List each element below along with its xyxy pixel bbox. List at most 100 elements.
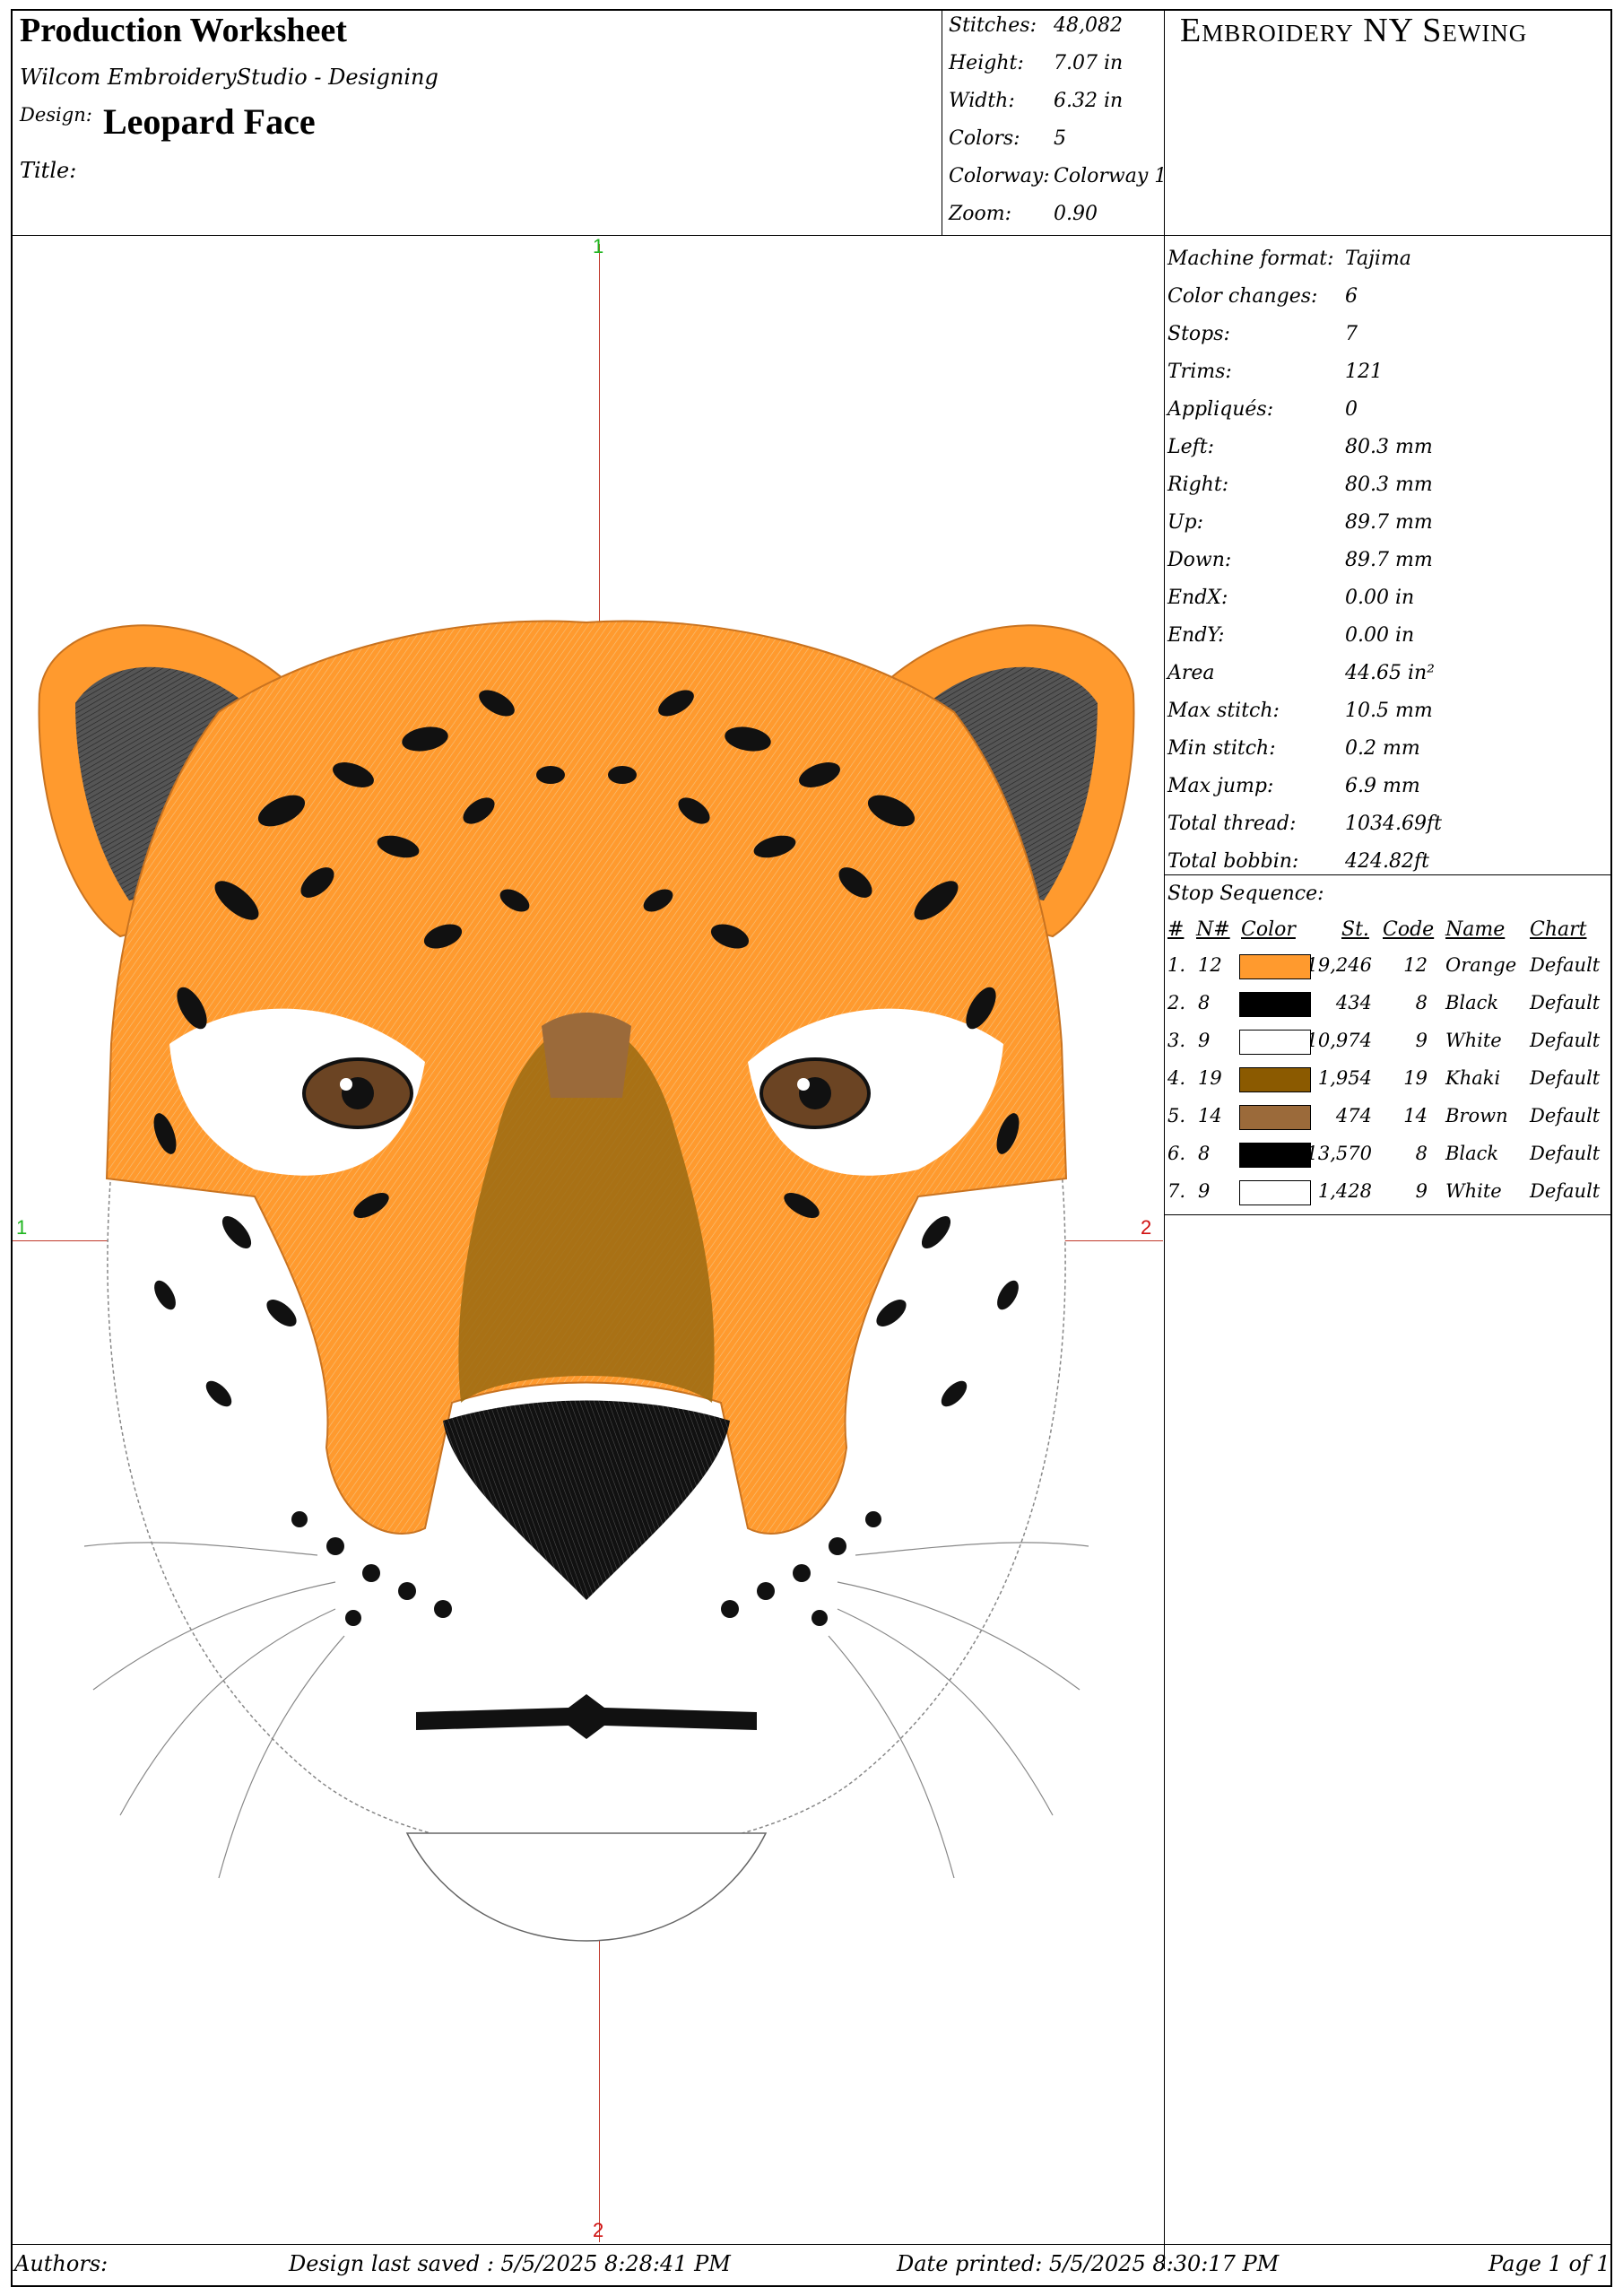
stop-stitches: 1,428 xyxy=(1317,1180,1372,1202)
machine-info-value: Tajima xyxy=(1345,248,1411,270)
height-label: Height: xyxy=(949,52,1024,74)
machine-info-label: EndX: xyxy=(1167,587,1228,609)
info-divider xyxy=(1164,874,1612,875)
stop-code: 8 xyxy=(1415,992,1428,1013)
stop-needle: 12 xyxy=(1198,954,1222,976)
design-name: Leopard Face xyxy=(103,101,316,142)
stop-row: 2. 8 434 8 Black Default xyxy=(1167,992,1600,1019)
color-swatch xyxy=(1239,1067,1311,1092)
machine-info-row: Max jump: 6.9 mm xyxy=(1167,775,1420,797)
chin xyxy=(405,1832,768,1942)
col-header-code: Code xyxy=(1383,918,1435,941)
date-printed: Date printed: 5/5/2025 8:30:17 PM xyxy=(897,2251,1280,2276)
stop-chart: Default xyxy=(1530,1105,1601,1126)
stop-num: 2. xyxy=(1167,992,1186,1013)
stop-chart: Default xyxy=(1530,1067,1601,1089)
colors-value: 5 xyxy=(1054,127,1066,150)
machine-info-label: Left: xyxy=(1167,436,1215,458)
stitches-value: 48,082 xyxy=(1054,14,1123,37)
stop-color-name: Orange xyxy=(1445,954,1517,976)
machine-info-label: Min stitch: xyxy=(1167,737,1276,760)
machine-info-label: EndY: xyxy=(1167,624,1225,647)
stop-stitches: 1,954 xyxy=(1317,1067,1372,1089)
machine-info-row: Down: 89.7 mm xyxy=(1167,549,1433,571)
stop-stitches: 19,246 xyxy=(1306,954,1372,976)
stop-chart: Default xyxy=(1530,1030,1601,1051)
stop-color-name: White xyxy=(1445,1030,1502,1051)
machine-info-row: Area 44.65 in² xyxy=(1167,662,1435,684)
machine-info-label: Total thread: xyxy=(1167,813,1297,835)
machine-info-row: Max stitch: 10.5 mm xyxy=(1167,700,1433,722)
machine-info-label: Max stitch: xyxy=(1167,700,1280,722)
col-header-name: Name xyxy=(1445,918,1506,941)
stop-needle: 8 xyxy=(1198,992,1211,1013)
stop-color-name: White xyxy=(1445,1180,1502,1202)
right-panel-divider xyxy=(1164,9,1165,2269)
page-number: Page 1 of 1 xyxy=(1488,2251,1610,2276)
machine-info-value: 80.3 mm xyxy=(1345,474,1433,496)
stop-needle: 9 xyxy=(1198,1030,1211,1051)
machine-info-value: 6.9 mm xyxy=(1345,775,1420,797)
machine-info-value: 10.5 mm xyxy=(1345,700,1433,722)
machine-info-value: 1034.69ft xyxy=(1345,813,1442,835)
worksheet-title: Production Worksheet xyxy=(20,12,347,49)
stop-code: 9 xyxy=(1415,1180,1428,1202)
colorway-label: Colorway: xyxy=(949,165,1050,187)
machine-info-row: Color changes: 6 xyxy=(1167,285,1358,308)
machine-info-row: Up: 89.7 mm xyxy=(1167,511,1433,534)
stop-stitches: 10,974 xyxy=(1306,1030,1372,1051)
stop-num: 6. xyxy=(1167,1143,1186,1164)
stop-chart: Default xyxy=(1530,954,1601,976)
stop-num: 1. xyxy=(1167,954,1186,976)
machine-info-value: 0.2 mm xyxy=(1345,737,1420,760)
machine-info-label: Color changes: xyxy=(1167,285,1318,308)
software-name: Wilcom EmbroideryStudio - Designing xyxy=(20,65,438,90)
machine-info-row: Appliqués: 0 xyxy=(1167,398,1358,421)
machine-info-label: Trims: xyxy=(1167,361,1232,383)
footer-divider xyxy=(11,2244,1612,2245)
machine-info-row: Left: 80.3 mm xyxy=(1167,436,1433,458)
stop-stitches: 434 xyxy=(1335,992,1372,1013)
width-value: 6.32 in xyxy=(1054,90,1124,112)
machine-info-value: 7 xyxy=(1345,323,1358,345)
machine-info-label: Down: xyxy=(1167,549,1232,571)
stop-sequence-title: Stop Sequence: xyxy=(1167,883,1324,905)
stitches-label: Stitches: xyxy=(949,14,1037,37)
stop-num: 7. xyxy=(1167,1180,1186,1202)
last-saved: Design last saved : 5/5/2025 8:28:41 PM xyxy=(289,2251,731,2276)
machine-info-row: EndY: 0.00 in xyxy=(1167,624,1414,647)
machine-info-label: Total bobbin: xyxy=(1167,850,1299,873)
machine-info-label: Up: xyxy=(1167,511,1204,534)
machine-info-label: Machine format: xyxy=(1167,248,1334,270)
height-value: 7.07 in xyxy=(1054,52,1124,74)
stop-code: 12 xyxy=(1403,954,1428,976)
machine-info-row: Total thread: 1034.69ft xyxy=(1167,813,1442,835)
color-swatch xyxy=(1239,992,1311,1017)
nose-bridge-brown xyxy=(542,1013,631,1098)
col-header-num: # xyxy=(1167,918,1185,941)
colorway-value: Colorway 1 xyxy=(1054,165,1167,187)
machine-info-row: Stops: 7 xyxy=(1167,323,1358,345)
stop-color-name: Black xyxy=(1445,1143,1499,1164)
zoom-label: Zoom: xyxy=(949,203,1012,225)
stop-code: 8 xyxy=(1415,1143,1428,1164)
machine-info-row: Total bobbin: 424.82ft xyxy=(1167,850,1429,873)
machine-info-label: Right: xyxy=(1167,474,1229,496)
machine-info-value: 89.7 mm xyxy=(1345,549,1433,571)
col-header-n: N# xyxy=(1196,918,1230,941)
stop-color-name: Khaki xyxy=(1445,1067,1501,1089)
machine-info-value: 424.82ft xyxy=(1345,850,1429,873)
machine-info-value: 0 xyxy=(1345,398,1358,421)
stop-row: 7. 9 1,428 9 White Default xyxy=(1167,1180,1600,1207)
machine-info-value: 44.65 in² xyxy=(1345,662,1435,684)
machine-info-value: 89.7 mm xyxy=(1345,511,1433,534)
header-divider xyxy=(11,235,1612,236)
stop-row: 1. 12 19,246 12 Orange Default xyxy=(1167,954,1601,981)
stop-row: 3. 9 10,974 9 White Default xyxy=(1167,1030,1601,1057)
machine-info-row: Min stitch: 0.2 mm xyxy=(1167,737,1420,760)
machine-info-value: 6 xyxy=(1345,285,1358,308)
design-label: Design: xyxy=(20,104,92,126)
machine-info-row: Machine format: Tajima xyxy=(1167,248,1411,270)
brand-name: Embroidery NY Sewing xyxy=(1180,12,1528,49)
color-swatch xyxy=(1239,1105,1311,1130)
